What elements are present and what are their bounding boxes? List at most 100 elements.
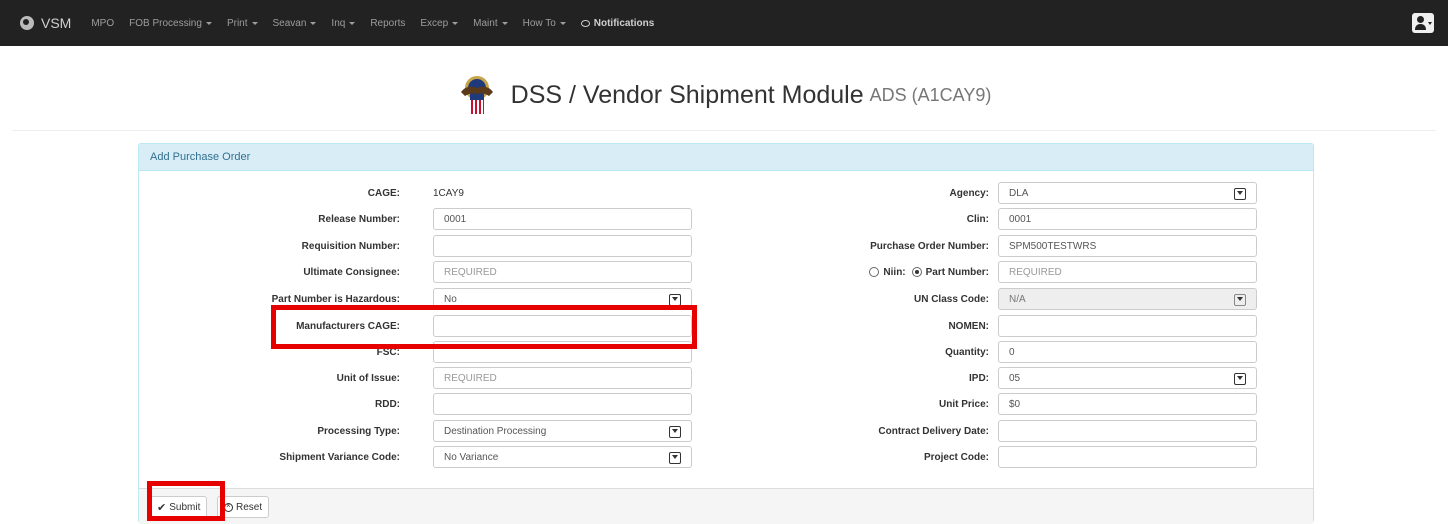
agency-select[interactable]: DLA xyxy=(998,182,1257,204)
part-number-radio[interactable] xyxy=(911,267,922,277)
ipd-value: 05 xyxy=(1009,372,1021,384)
hazardous-value: No xyxy=(444,293,457,305)
unit-of-issue-input[interactable]: REQUIRED xyxy=(433,367,692,389)
uoi-label: Unit of Issue: xyxy=(336,372,400,384)
nav-item-fob-processing[interactable]: FOB Processing xyxy=(129,18,212,29)
processing-type-select[interactable]: Destination Processing xyxy=(433,420,692,442)
nav-label: Print xyxy=(226,17,248,29)
caret-down-icon xyxy=(251,21,258,25)
part-number-label: Part Number: xyxy=(925,266,989,278)
header-divider xyxy=(12,130,1436,131)
nav-item-print[interactable]: Print xyxy=(227,18,258,29)
fsc-row: FSC: xyxy=(139,341,699,363)
panel-footer: ✔ Submit Reset xyxy=(139,488,1313,524)
manufacturers-cage-input[interactable] xyxy=(433,315,692,337)
ipd-row: IPD: 05 xyxy=(699,367,1309,389)
nav-label: How To xyxy=(522,17,556,29)
variance-row: Shipment Variance Code: No Variance xyxy=(139,446,699,468)
part-number-input[interactable]: REQUIRED xyxy=(998,261,1257,283)
variance-label: Shipment Variance Code: xyxy=(279,451,400,463)
proc-type-row: Processing Type: Destination Processing xyxy=(139,420,699,442)
hazardous-select[interactable]: No xyxy=(433,288,692,310)
nav-label: MPO xyxy=(91,17,115,29)
purchase-order-input[interactable]: SPM500TESTWRS xyxy=(998,235,1257,257)
caret-down-icon xyxy=(501,21,508,25)
nav-label: Seavan xyxy=(272,17,307,29)
caret-down-icon xyxy=(349,21,356,25)
caret-down-icon xyxy=(1428,22,1432,25)
nav-item-reports[interactable]: Reports xyxy=(370,18,405,29)
nav-item-inq[interactable]: Inq xyxy=(331,18,356,29)
requisition-number-input[interactable] xyxy=(433,235,692,257)
uoi-row: Unit of Issue: REQUIRED xyxy=(139,367,699,389)
fsc-input[interactable] xyxy=(433,341,692,363)
mfr-cage-label: Manufacturers CAGE: xyxy=(296,320,400,332)
clin-input[interactable]: 0001 xyxy=(998,208,1257,230)
part-row: Niin: Part Number: REQUIRED xyxy=(699,261,1309,283)
un-class-select[interactable]: N/A xyxy=(998,288,1257,310)
add-purchase-order-panel: Add Purchase Order CAGE: 1CAY9 Release N… xyxy=(138,143,1314,524)
chevron-down-icon xyxy=(669,294,681,306)
reset-icon xyxy=(224,501,233,512)
cdd-label: Contract Delivery Date: xyxy=(878,425,989,437)
hazardous-label: Part Number is Hazardous: xyxy=(271,293,400,305)
nav-item-excep[interactable]: Excep xyxy=(420,17,459,29)
user-menu-button[interactable] xyxy=(1412,13,1434,33)
clin-label: Clin: xyxy=(966,213,989,225)
niin-label: Niin: xyxy=(883,266,906,278)
requisition-row: Requisition Number: xyxy=(139,235,699,257)
page-subtitle: ADS (A1CAY9) xyxy=(869,84,992,105)
po-label: Purchase Order Number: xyxy=(870,240,989,252)
chevron-down-icon xyxy=(1234,294,1246,306)
nav-item-maint[interactable]: Maint xyxy=(473,18,508,29)
chevron-down-icon xyxy=(669,426,681,438)
caret-down-icon xyxy=(559,21,566,25)
variance-code-select[interactable]: No Variance xyxy=(433,446,692,468)
project-code-input[interactable] xyxy=(998,446,1257,468)
cdd-row: Contract Delivery Date: xyxy=(699,420,1309,442)
clin-row: Clin: 0001 xyxy=(699,208,1309,230)
contract-delivery-date-input[interactable] xyxy=(998,420,1257,442)
ipd-label: IPD: xyxy=(969,372,989,384)
chevron-down-icon xyxy=(669,452,681,464)
niin-radio[interactable] xyxy=(869,267,880,277)
page-header: DSS / Vendor Shipment Module ADS (A1CAY9… xyxy=(0,67,1448,123)
page-title: DSS / Vendor Shipment Module xyxy=(510,80,864,109)
nav-label: Excep xyxy=(420,17,449,29)
ultimate-consignee-input[interactable]: REQUIRED xyxy=(433,261,692,283)
un-row: UN Class Code: N/A xyxy=(699,288,1309,310)
brand-label: VSM xyxy=(41,15,72,31)
ipd-select[interactable]: 05 xyxy=(998,367,1257,389)
nav-item-notifications[interactable]: Notifications xyxy=(580,17,655,29)
price-row: Unit Price: $0 xyxy=(699,393,1309,415)
quantity-input[interactable]: 0 xyxy=(998,341,1257,363)
check-icon: ✔ xyxy=(157,501,167,514)
globe-icon xyxy=(20,16,34,30)
un-label: UN Class Code: xyxy=(913,293,989,305)
nomen-label: NOMEN: xyxy=(948,320,989,332)
nav-label: Notifications xyxy=(593,17,655,29)
rdd-label: RDD: xyxy=(375,398,400,410)
un-value: N/A xyxy=(1009,293,1026,305)
submit-button[interactable]: ✔ Submit xyxy=(150,496,208,518)
top-navbar: VSM MPO FOB Processing Print Seavan Inq … xyxy=(0,0,1448,46)
brand-link[interactable]: VSM xyxy=(20,0,71,46)
proc-type-value: Destination Processing xyxy=(444,425,547,437)
nav-label: FOB Processing xyxy=(129,17,202,29)
unit-price-input[interactable]: $0 xyxy=(998,393,1257,415)
mfr-cage-row: Manufacturers CAGE: xyxy=(139,315,699,337)
chevron-down-icon xyxy=(1234,373,1246,385)
release-label: Release Number: xyxy=(318,213,400,225)
cage-value: 1CAY9 xyxy=(433,187,464,199)
nomen-input[interactable] xyxy=(998,315,1257,337)
reset-button[interactable]: Reset xyxy=(217,496,270,518)
consignee-label: Ultimate Consignee: xyxy=(303,266,400,278)
release-number-input[interactable]: 0001 xyxy=(433,208,692,230)
nav-item-how-to[interactable]: How To xyxy=(523,18,566,29)
price-label: Unit Price: xyxy=(938,398,989,410)
nav-item-mpo[interactable]: MPO xyxy=(91,18,114,29)
agency-label: Agency: xyxy=(949,187,989,199)
nav-item-seavan[interactable]: Seavan xyxy=(273,18,317,29)
agency-value: DLA xyxy=(1009,187,1029,199)
rdd-input[interactable] xyxy=(433,393,692,415)
